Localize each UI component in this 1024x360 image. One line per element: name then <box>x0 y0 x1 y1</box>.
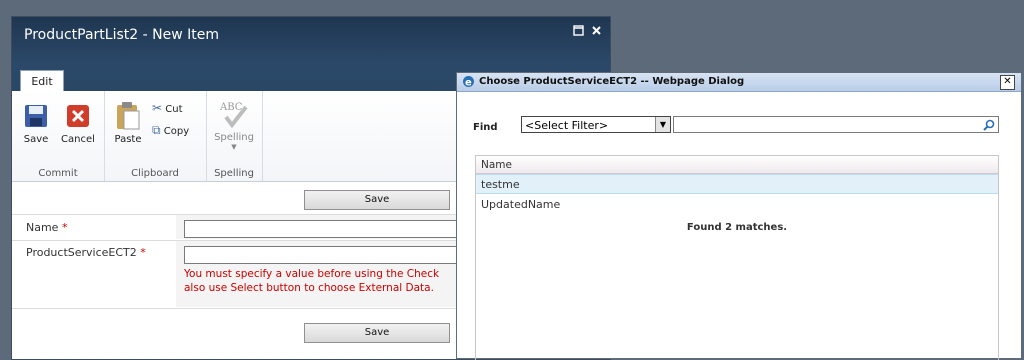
search-input[interactable] <box>673 116 999 133</box>
window-title: ProductPartList2 - New Item <box>24 27 219 43</box>
search-icon[interactable] <box>983 119 995 131</box>
validation-error-line1: You must specify a value before using th… <box>184 268 440 280</box>
list-item[interactable]: UpdatedName <box>476 195 998 215</box>
column-header-name[interactable]: Name <box>476 156 998 174</box>
save-button-bottom[interactable]: Save <box>304 323 450 343</box>
dialog-titlebar: e Choose ProductServiceECT2 -- Webpage D… <box>457 73 1021 92</box>
group-name-clipboard: Clipboard <box>131 168 179 179</box>
find-label: Find <box>473 122 498 133</box>
spelling-ribbon-button[interactable]: ABC Spelling ▼ <box>210 99 258 151</box>
filter-value: <Select Filter> <box>525 119 609 132</box>
maximize-icon[interactable] <box>572 25 584 37</box>
validation-error-line2: also use Select button to choose Externa… <box>184 282 434 294</box>
dialog-title: Choose ProductServiceECT2 -- Webpage Dia… <box>479 76 745 87</box>
cancel-icon <box>67 105 89 127</box>
results-grid: Name testme UpdatedName Found 2 matches. <box>475 155 999 360</box>
paste-label: Paste <box>114 134 142 145</box>
group-name-commit: Commit <box>38 168 78 179</box>
ribbon-group-clipboard: Paste ✂ Cut ⧉ Copy Clipboard <box>104 91 207 181</box>
choose-dialog: e Choose ProductServiceECT2 -- Webpage D… <box>456 72 1022 360</box>
svg-text:ABC: ABC <box>219 102 243 113</box>
chevron-down-icon[interactable]: ▼ <box>655 117 670 132</box>
copy-button[interactable]: ⧉ Copy <box>152 123 189 138</box>
paste-icon <box>117 102 140 130</box>
cut-button[interactable]: ✂ Cut <box>152 101 183 115</box>
filter-select[interactable]: <Select Filter> ▼ <box>521 116 671 133</box>
productservice-input[interactable] <box>184 246 466 264</box>
scissors-icon: ✂ <box>152 101 163 115</box>
chevron-down-icon: ▼ <box>231 143 237 151</box>
save-ribbon-button[interactable]: Save <box>18 103 54 145</box>
spelling-label: Spelling <box>214 132 254 143</box>
required-marker: * <box>140 246 146 259</box>
spelling-check-icon: ABC <box>219 102 248 129</box>
ribbon-group-spelling: ABC Spelling ▼ Spelling <box>206 91 263 181</box>
cancel-ribbon-button[interactable]: Cancel <box>58 103 98 145</box>
status-text: Found 2 matches. <box>686 222 788 233</box>
save-button-top[interactable]: Save <box>304 190 450 210</box>
tab-edit[interactable]: Edit <box>20 70 64 93</box>
copy-label: Copy <box>163 126 190 137</box>
name-input[interactable] <box>184 220 466 238</box>
group-name-spelling: Spelling <box>214 168 254 179</box>
cancel-label: Cancel <box>61 134 95 145</box>
copy-icon: ⧉ <box>152 123 161 137</box>
close-icon[interactable] <box>590 25 602 37</box>
paste-ribbon-button[interactable]: Paste <box>112 101 144 145</box>
cut-label: Cut <box>165 104 183 115</box>
name-field-label: Name * <box>26 221 68 234</box>
svg-text:e: e <box>465 78 472 89</box>
ie-icon: e <box>463 76 474 89</box>
save-label: Save <box>23 134 49 145</box>
productservice-field-label: ProductServiceECT2 * <box>26 246 146 259</box>
dialog-close-icon[interactable]: ✕ <box>1000 75 1015 90</box>
list-item[interactable]: testme <box>476 174 998 194</box>
ribbon-group-commit: Save Cancel Commit <box>12 91 105 181</box>
save-icon <box>25 105 47 127</box>
required-marker: * <box>61 221 68 234</box>
